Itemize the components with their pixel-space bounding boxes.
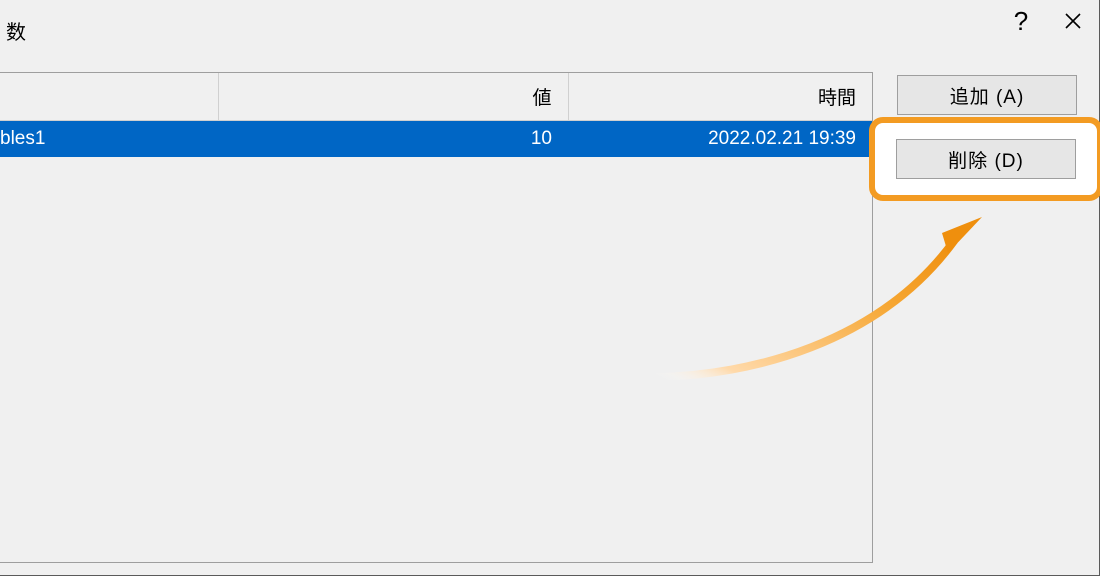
dialog-title: 数	[0, 16, 26, 45]
titlebar-controls: ?	[995, 0, 1099, 60]
col-time[interactable]: 時間	[568, 73, 872, 121]
cell-name: bles1	[0, 121, 218, 158]
dialog-window: 数 ? 値 時間 bles1	[0, 0, 1100, 576]
cell-value: 10	[218, 121, 568, 158]
col-name[interactable]	[0, 73, 218, 121]
annotation-highlight: 削除 (D)	[869, 117, 1100, 201]
delete-button[interactable]: 削除 (D)	[896, 139, 1076, 179]
help-icon: ?	[1014, 6, 1028, 37]
table-row[interactable]: bles1 10 2022.02.21 19:39	[0, 121, 872, 158]
help-button[interactable]: ?	[995, 0, 1047, 42]
dialog-content: 値 時間 bles1 10 2022.02.21 19:39 追加 (A) 削除…	[0, 60, 1099, 575]
sidebar: 追加 (A) 削除 (D)	[887, 72, 1087, 563]
close-button[interactable]	[1047, 0, 1099, 42]
variables-table: 値 時間 bles1 10 2022.02.21 19:39	[0, 73, 872, 157]
cell-time: 2022.02.21 19:39	[568, 121, 872, 158]
titlebar: 数 ?	[0, 0, 1099, 60]
close-icon	[1065, 13, 1081, 29]
table-header-row: 値 時間	[0, 73, 872, 121]
table-pane: 値 時間 bles1 10 2022.02.21 19:39	[0, 72, 873, 563]
col-value[interactable]: 値	[218, 73, 568, 121]
add-button[interactable]: 追加 (A)	[897, 75, 1077, 115]
